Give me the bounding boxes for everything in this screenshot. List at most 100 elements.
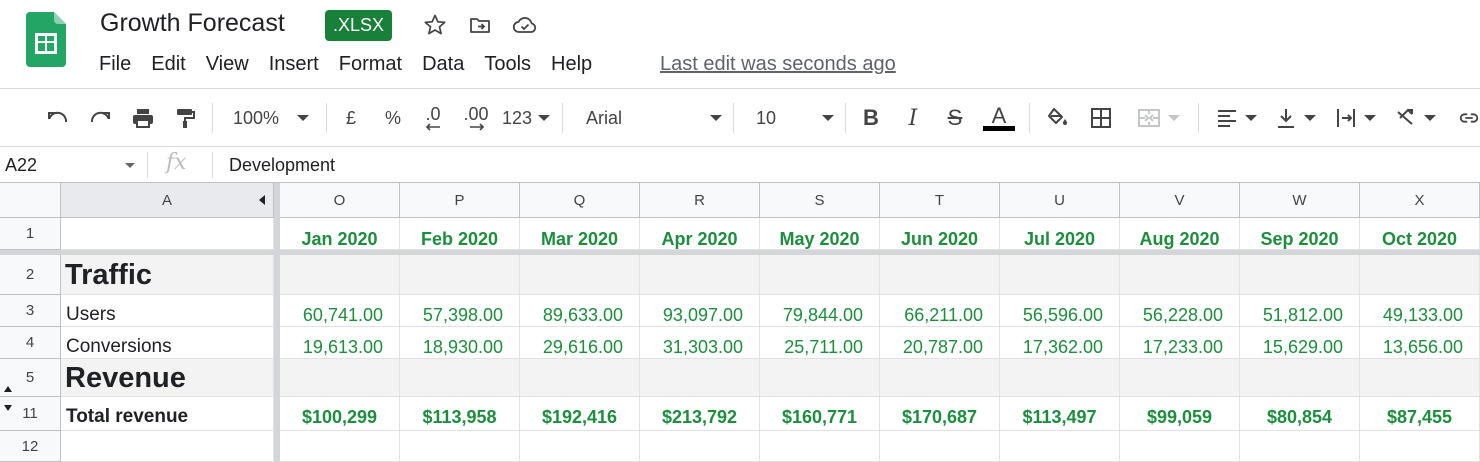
column-header-u[interactable]: U [1000, 183, 1120, 218]
month-header-cell[interactable]: Jun 2020 [880, 218, 1000, 250]
row-label-users[interactable]: Users [61, 295, 274, 327]
empty-cell[interactable] [520, 431, 640, 462]
empty-cell[interactable] [1360, 431, 1480, 462]
section-fill-cell[interactable] [880, 359, 1000, 397]
users-value-cell[interactable]: 56,228.00 [1120, 295, 1240, 327]
section-fill-cell[interactable] [640, 255, 760, 295]
column-header-v[interactable]: V [1120, 183, 1240, 218]
empty-cell[interactable] [280, 431, 400, 462]
column-header-x[interactable]: X [1360, 183, 1480, 218]
menu-tools[interactable]: Tools [474, 51, 541, 77]
users-value-cell[interactable]: 51,812.00 [1240, 295, 1360, 327]
row-header-1[interactable]: 1 [0, 218, 61, 250]
text-color-button[interactable]: A [981, 101, 1017, 135]
section-fill-cell[interactable] [1000, 359, 1120, 397]
section-fill-cell[interactable] [400, 255, 520, 295]
increase-decimal-button[interactable]: .00 [459, 101, 493, 135]
percent-format-button[interactable]: % [380, 101, 406, 135]
name-box[interactable]: A22 [5, 153, 37, 177]
row-label-total-revenue[interactable]: Total revenue [61, 397, 274, 431]
zoom-select[interactable]: 100% [226, 101, 316, 135]
font-family-select[interactable]: Arial [586, 101, 722, 135]
section-fill-cell[interactable] [760, 255, 880, 295]
menu-help[interactable]: Help [541, 51, 602, 77]
empty-cell[interactable] [640, 431, 760, 462]
total-revenue-cell[interactable]: $192,416 [520, 397, 640, 431]
menu-file[interactable]: File [89, 51, 141, 77]
month-header-cell[interactable]: May 2020 [760, 218, 880, 250]
total-revenue-cell[interactable]: $213,792 [640, 397, 760, 431]
section-fill-cell[interactable] [760, 359, 880, 397]
bold-button[interactable]: B [857, 101, 885, 135]
users-value-cell[interactable]: 49,133.00 [1360, 295, 1480, 327]
row-header-2[interactable]: 2 [0, 255, 61, 295]
total-revenue-cell[interactable]: $100,299 [280, 397, 400, 431]
month-header-cell[interactable]: Jan 2020 [280, 218, 400, 250]
number-format-select[interactable]: 123 [500, 101, 552, 135]
name-box-dropdown-icon[interactable] [125, 163, 135, 168]
empty-cell[interactable] [760, 431, 880, 462]
horizontal-align-icon[interactable] [1212, 101, 1260, 135]
cell-a12[interactable] [61, 431, 274, 462]
month-header-cell[interactable]: Oct 2020 [1360, 218, 1480, 250]
conversions-value-cell[interactable]: 29,616.00 [520, 327, 640, 359]
section-fill-cell[interactable] [1240, 255, 1360, 295]
section-fill-cell[interactable] [1240, 359, 1360, 397]
section-fill-cell[interactable] [1360, 359, 1480, 397]
print-icon[interactable] [127, 101, 159, 135]
conversions-value-cell[interactable]: 17,362.00 [1000, 327, 1120, 359]
users-value-cell[interactable]: 57,398.00 [400, 295, 520, 327]
total-revenue-cell[interactable]: $113,497 [1000, 397, 1120, 431]
section-fill-cell[interactable] [1120, 255, 1240, 295]
cloud-saved-icon[interactable] [512, 12, 538, 38]
month-header-cell[interactable]: Feb 2020 [400, 218, 520, 250]
empty-cell[interactable] [880, 431, 1000, 462]
redo-icon[interactable] [84, 101, 116, 135]
strikethrough-button[interactable]: S [941, 101, 969, 135]
select-all-corner[interactable] [0, 183, 61, 218]
conversions-value-cell[interactable]: 13,656.00 [1360, 327, 1480, 359]
row-label-conversions[interactable]: Conversions [61, 327, 274, 359]
row-header-4[interactable]: 4 [0, 327, 61, 359]
section-fill-cell[interactable] [880, 255, 1000, 295]
section-label-revenue[interactable]: Revenue [61, 359, 274, 397]
users-value-cell[interactable]: 93,097.00 [640, 295, 760, 327]
move-to-folder-icon[interactable] [467, 12, 493, 38]
section-fill-cell[interactable] [520, 359, 640, 397]
column-header-w[interactable]: W [1240, 183, 1360, 218]
column-header-q[interactable]: Q [520, 183, 640, 218]
column-header-s[interactable]: S [760, 183, 880, 218]
menu-edit[interactable]: Edit [141, 51, 195, 77]
expand-rows-icon[interactable] [4, 386, 12, 392]
section-fill-cell[interactable] [520, 255, 640, 295]
menu-format[interactable]: Format [329, 51, 412, 77]
section-fill-cell[interactable] [400, 359, 520, 397]
section-fill-cell[interactable] [280, 359, 400, 397]
column-header-p[interactable]: P [400, 183, 520, 218]
conversions-value-cell[interactable]: 31,303.00 [640, 327, 760, 359]
italic-button[interactable]: I [899, 101, 927, 135]
empty-cell[interactable] [1120, 431, 1240, 462]
users-value-cell[interactable]: 89,633.00 [520, 295, 640, 327]
column-header-r[interactable]: R [640, 183, 760, 218]
font-size-select[interactable]: 10 [756, 101, 834, 135]
empty-cell[interactable] [400, 431, 520, 462]
paint-format-icon[interactable] [169, 101, 201, 135]
empty-cell[interactable] [1240, 431, 1360, 462]
total-revenue-cell[interactable]: $160,771 [760, 397, 880, 431]
users-value-cell[interactable]: 66,211.00 [880, 295, 1000, 327]
text-wrapping-icon[interactable] [1330, 101, 1380, 135]
total-revenue-cell[interactable]: $170,687 [880, 397, 1000, 431]
section-fill-cell[interactable] [1120, 359, 1240, 397]
month-header-cell[interactable]: Jul 2020 [1000, 218, 1120, 250]
column-header-o[interactable]: O [280, 183, 400, 218]
vertical-align-icon[interactable] [1270, 101, 1320, 135]
section-fill-cell[interactable] [280, 255, 400, 295]
total-revenue-cell[interactable]: $87,455 [1360, 397, 1480, 431]
row-header-12[interactable]: 12 [0, 431, 61, 462]
month-header-cell[interactable]: Mar 2020 [520, 218, 640, 250]
star-icon[interactable] [422, 12, 448, 38]
text-rotation-icon[interactable] [1390, 101, 1440, 135]
section-fill-cell[interactable] [640, 359, 760, 397]
conversions-value-cell[interactable]: 20,787.00 [880, 327, 1000, 359]
